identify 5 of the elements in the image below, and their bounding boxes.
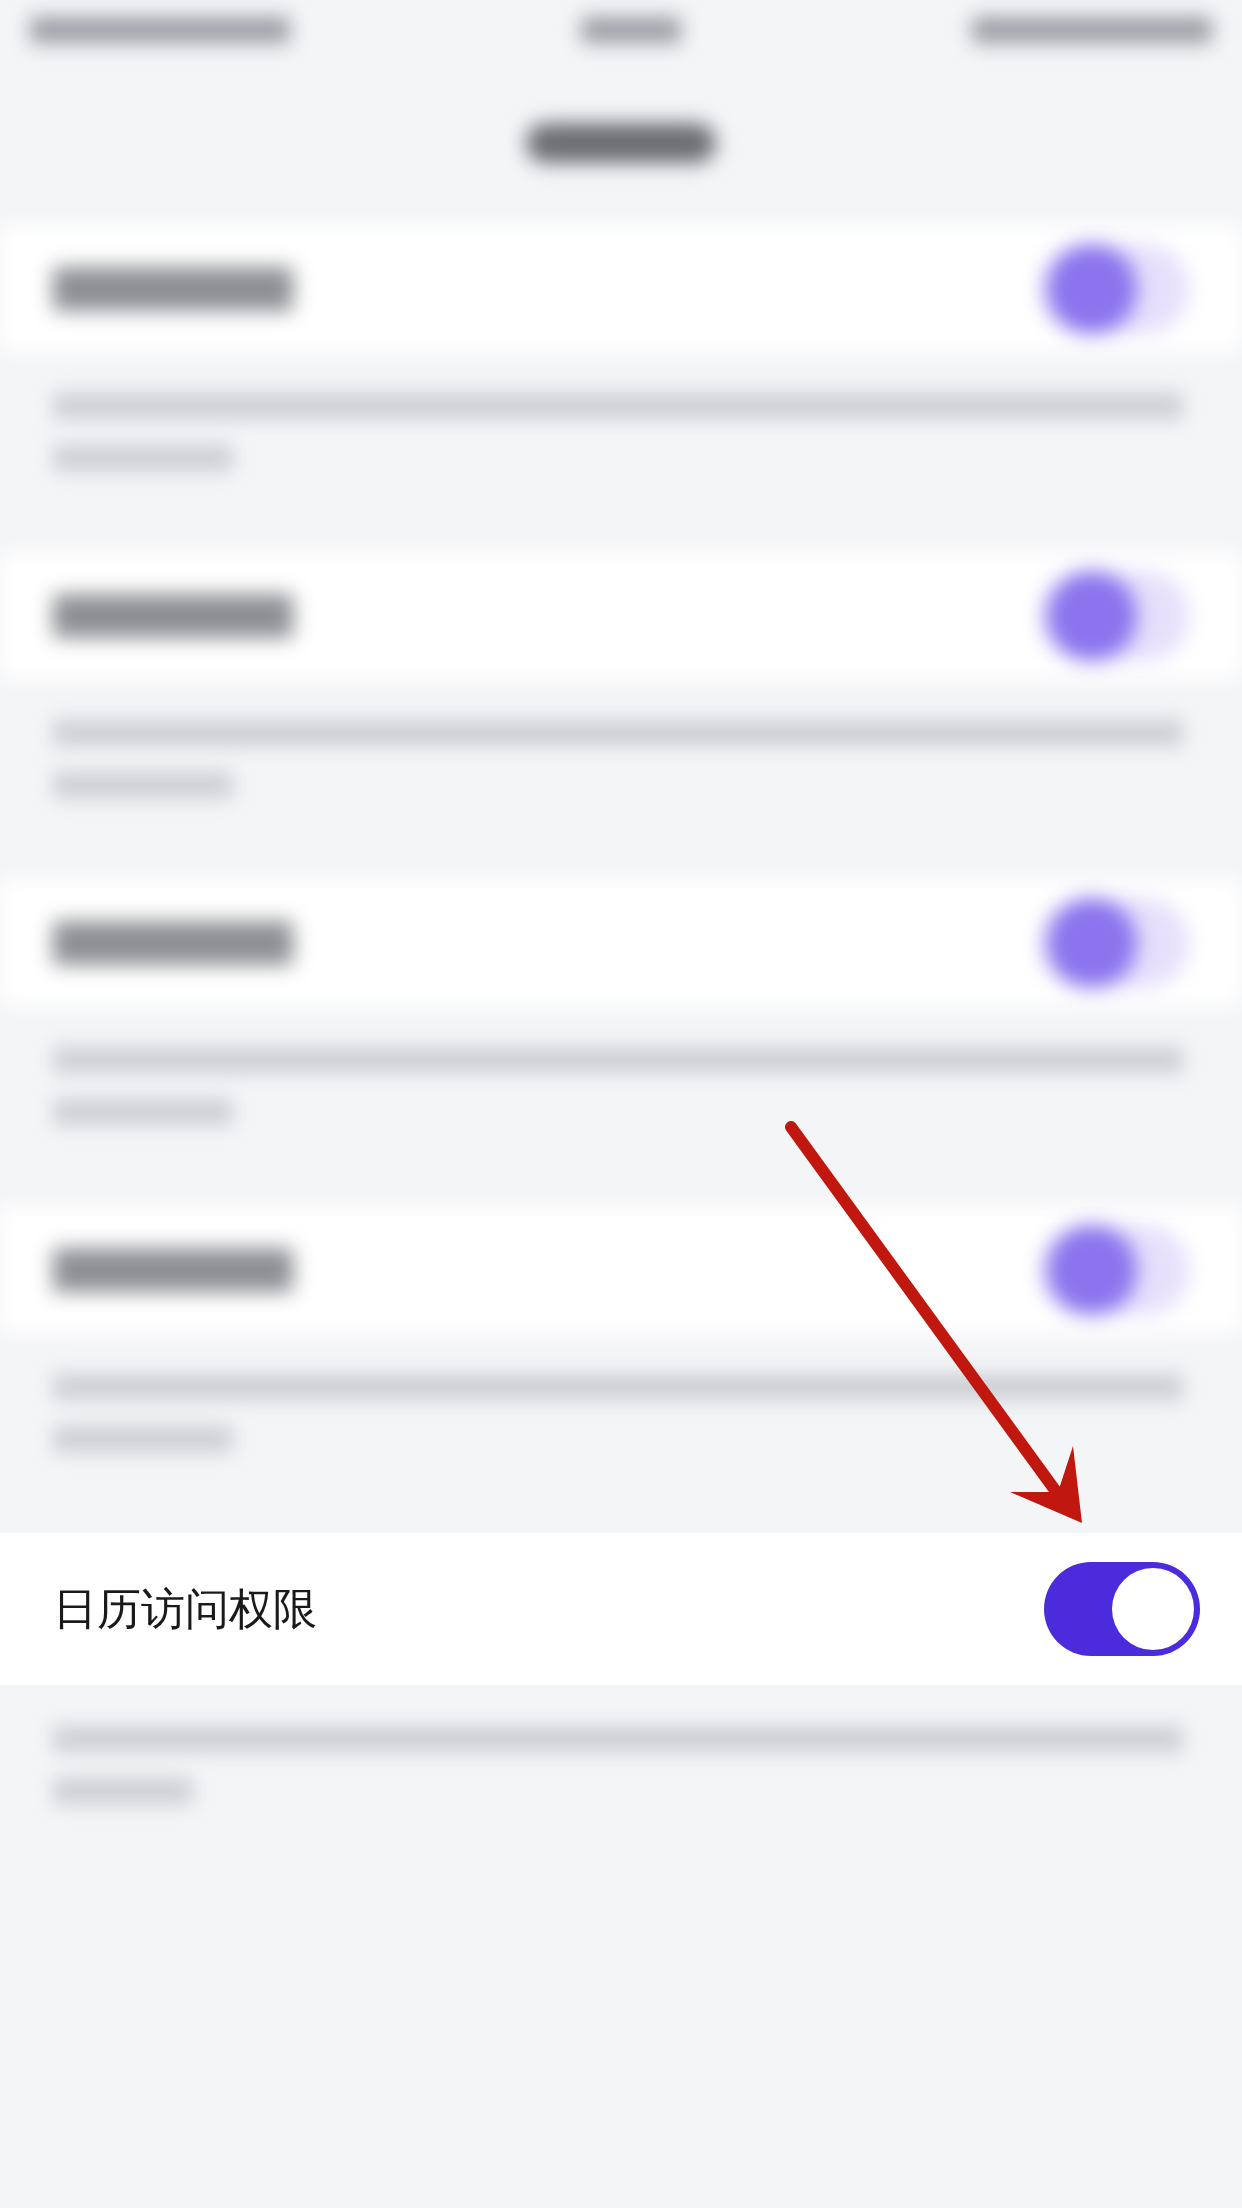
toggle-switch[interactable] [1039, 243, 1189, 334]
toggle-switch[interactable] [1039, 570, 1189, 661]
toggle-switch[interactable] [1039, 1224, 1189, 1315]
toggle-switch[interactable] [1039, 897, 1189, 988]
row-label: 日历访问权限 [53, 1583, 317, 1635]
